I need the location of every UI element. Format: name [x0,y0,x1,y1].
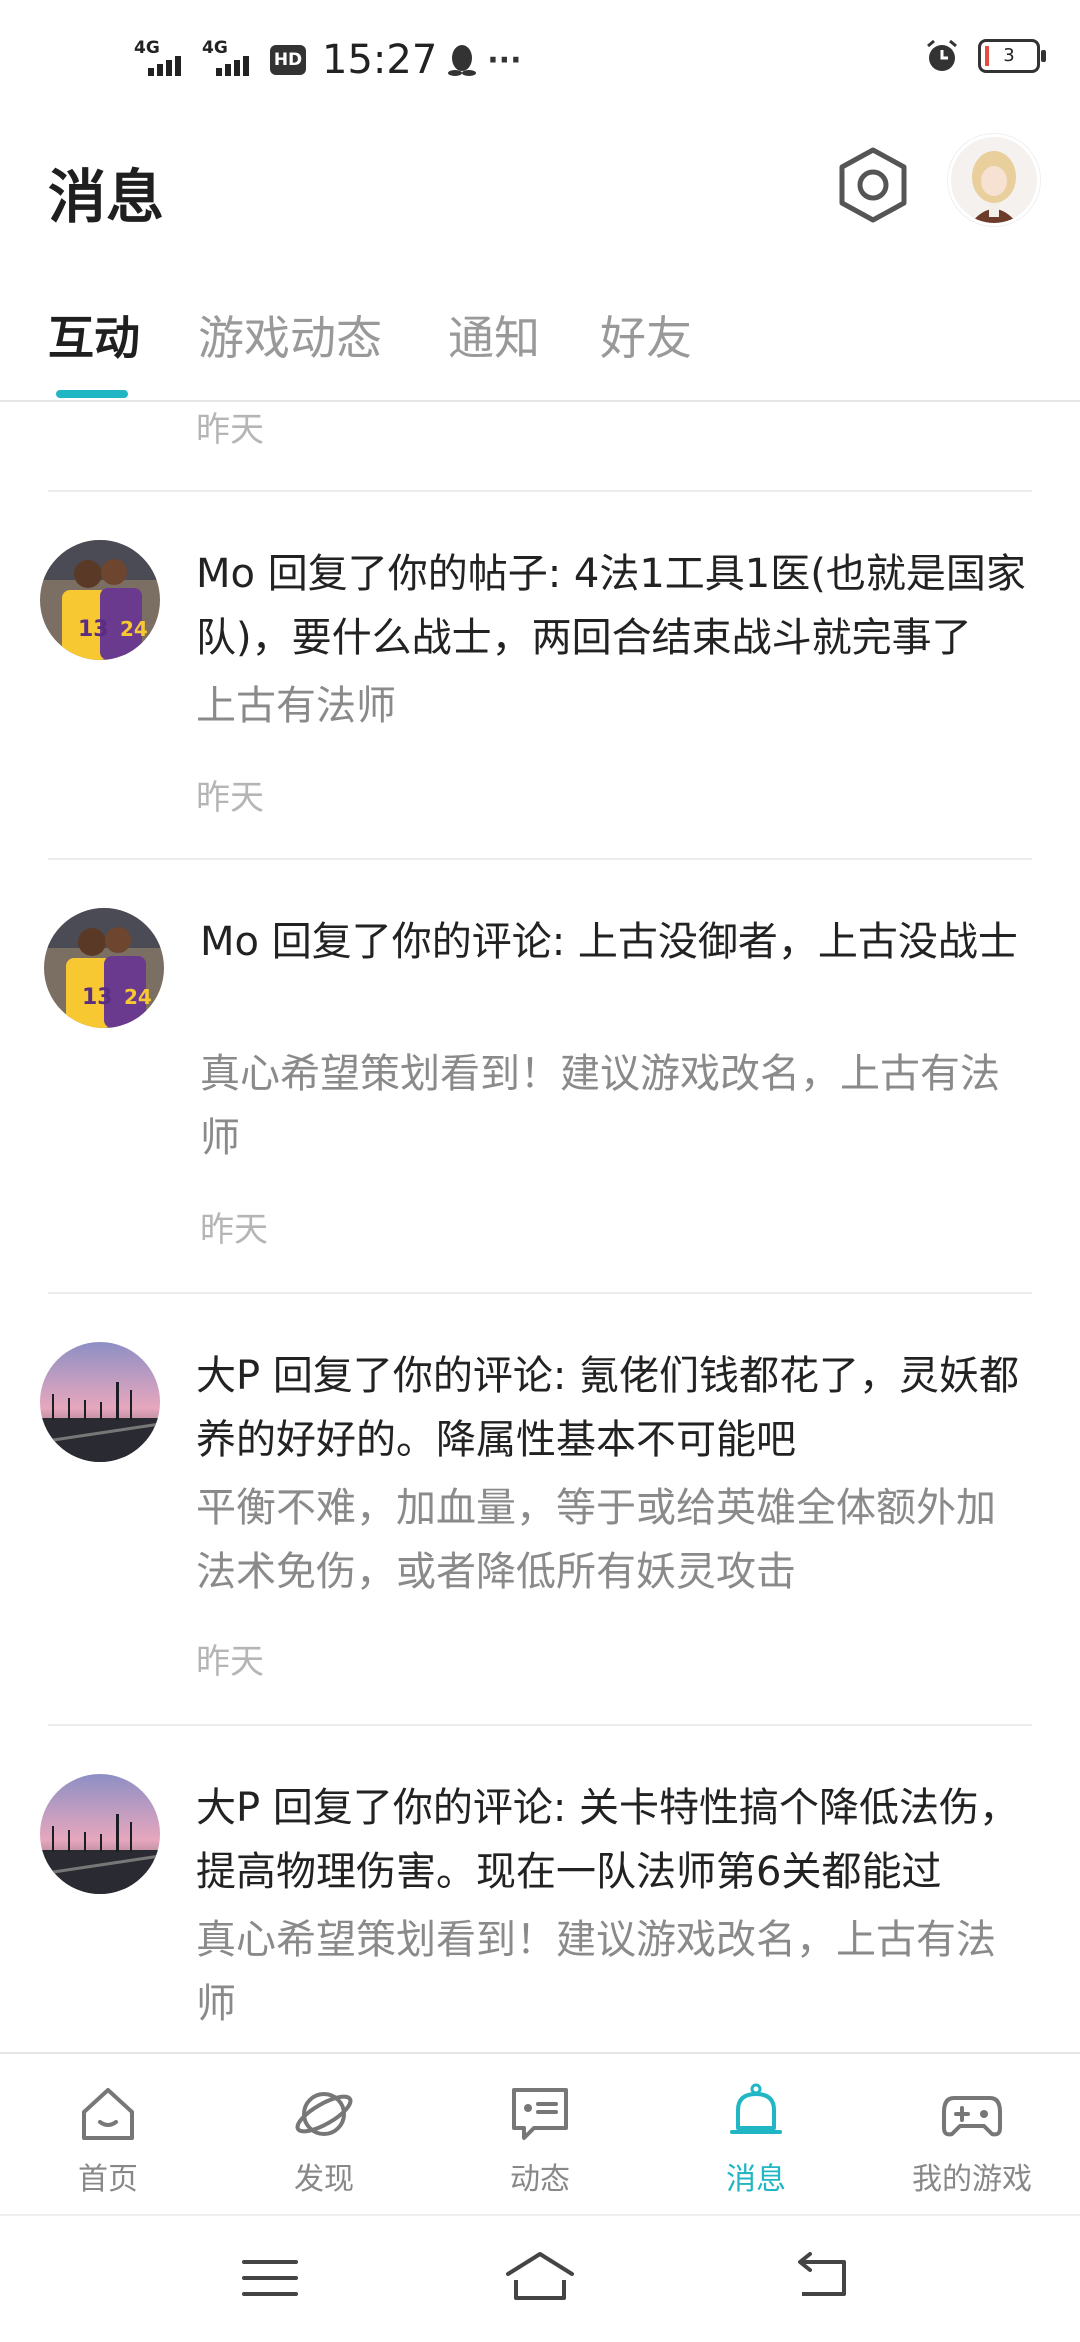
status-time: 15:27 [322,37,438,83]
system-navigation-bar [0,2214,1080,2342]
message-title[interactable]: 大P 回复了你的评论: 关卡特性搞个降低法伤，提高物理伤害。现在一队法师第6关都… [196,1776,1026,1904]
divider [48,490,1032,492]
message-time: 昨天 [196,1642,264,1682]
tab-interaction[interactable]: 互动 [48,302,140,368]
message-quote: 平衡不难，加血量，等于或给英雄全体额外加法术免伤，或者降低所有妖灵攻击 [196,1485,996,1595]
tab-bar: 互动 游戏动态 通知 好友 [0,290,1080,402]
signal-4g-icon-2: 4G [202,38,260,82]
header: 消息 [0,120,1080,250]
nav-home[interactable]: 首页 [0,2054,216,2216]
planet-icon [295,2092,353,2136]
active-tab-indicator [56,390,128,398]
nav-messages-label: 消息 [726,2162,786,2197]
divider [48,1292,1032,1294]
nav-discover-label: 发现 [294,2162,354,2197]
message-feed[interactable]: 昨天 13 24 Mo 回复了你的帖子: 4法1工具1医(也就是国家队)，要什么… [0,402,1080,2052]
message-title[interactable]: Mo 回复了你的帖子: 4法1工具1医(也就是国家队)，要什么战士，两回合结束战… [196,542,1026,670]
svg-text:13: 13 [78,617,109,642]
tab-friends[interactable]: 好友 [600,302,692,368]
status-bar: 4G 4G HD 15:27 ··· 3 [0,0,1080,120]
back-icon [798,2252,846,2296]
nav-messages[interactable]: 消息 [648,2054,864,2216]
settings-button[interactable] [830,142,916,228]
page-title: 消息 [48,163,165,231]
system-menu-button[interactable] [200,2216,340,2342]
gamepad-icon [942,2096,1002,2137]
message-card-icon [512,2088,568,2140]
svg-text:24: 24 [120,617,148,641]
tab-game-updates[interactable]: 游戏动态 [198,302,382,368]
svg-text:24: 24 [124,985,152,1009]
home-icon [82,2088,134,2140]
menu-icon [242,2260,298,2296]
message-avatar[interactable]: 13 24 [44,908,164,1028]
message-avatar[interactable] [40,1774,160,1894]
bottom-nav: 首页 发现 动态 消息 我的游戏 [0,2052,1080,2216]
qq-penguin-icon [448,45,477,76]
nav-discover[interactable]: 发现 [216,2054,432,2216]
message-quote: 真心希望策划看到！建议游戏改名，上古有法师 [196,1917,996,2027]
nav-feed[interactable]: 动态 [432,2054,648,2216]
settings-hexagon-icon [839,147,907,223]
hd-voice-icon: HD [270,45,306,75]
nav-feed-label: 动态 [510,2162,570,2197]
signal-4g-icon: 4G [134,38,192,82]
nav-my-games-label: 我的游戏 [912,2162,1032,2197]
message-time: 昨天 [196,778,264,818]
divider [48,1724,1032,1726]
message-time: 昨天 [200,1210,268,1250]
message-avatar[interactable]: 13 24 [40,540,160,660]
tab-notifications[interactable]: 通知 [448,302,540,368]
message-time: 昨天 [196,410,264,450]
message-avatar[interactable] [40,1342,160,1462]
divider [48,858,1032,860]
message-title[interactable]: 大P 回复了你的评论: 氪佬们钱都花了，灵妖都养的好好的。降属性基本不可能吧 [196,1344,1026,1472]
battery-icon: 3 [978,39,1046,73]
message-title[interactable]: Mo 回复了你的评论: 上古没御者，上古没战士 [200,910,1030,974]
nav-home-label: 首页 [78,2162,138,2197]
system-home-button[interactable] [470,2216,610,2342]
message-quote: 上古有法师 [196,683,396,729]
system-back-button[interactable] [752,2216,892,2342]
alarm-icon [927,39,957,71]
svg-text:13: 13 [82,985,113,1010]
nav-my-games[interactable]: 我的游戏 [864,2054,1080,2216]
message-quote: 真心希望策划看到！建议游戏改名，上古有法师 [200,1051,1000,1161]
bell-icon [730,2083,782,2134]
more-status-icon: ··· [487,42,522,78]
user-avatar[interactable] [948,134,1040,226]
home-outline-icon [506,2252,574,2300]
